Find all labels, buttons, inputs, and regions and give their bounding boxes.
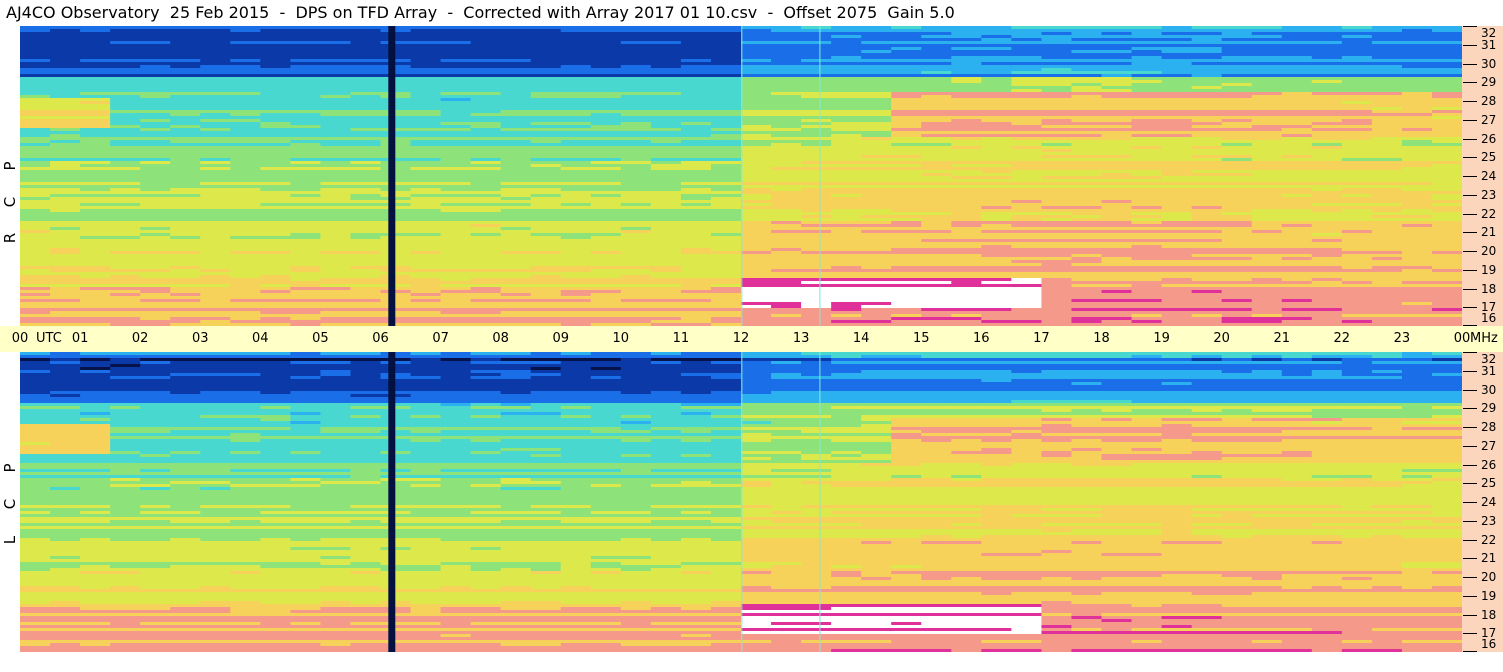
lcp-spectrogram: [20, 352, 1462, 652]
lcp-letter-l: L: [1, 535, 19, 545]
chart-title: AJ4CO Observatory 25 Feb 2015 - DPS on T…: [6, 3, 955, 22]
rcp-letter-p: P: [1, 161, 19, 171]
interference-line: [741, 26, 743, 326]
lcp-letter-p: P: [1, 463, 19, 473]
lcp-label-strip: L C P: [0, 352, 20, 652]
lcp-letter-c: C: [1, 498, 19, 510]
rcp-spectrogram: [20, 26, 1462, 326]
rcp-letter-r: R: [1, 232, 19, 244]
rcp-label-strip: R C P: [0, 26, 20, 326]
spectrogram-window: AJ4CO Observatory 25 Feb 2015 - DPS on T…: [0, 0, 1503, 672]
rcp-letter-c: C: [1, 196, 19, 208]
signal-dropout-bar: [388, 26, 396, 326]
rcp-spectrogram-plot: [20, 26, 1462, 326]
lcp-spectrogram-plot: [20, 352, 1462, 652]
interference-line: [819, 26, 821, 326]
